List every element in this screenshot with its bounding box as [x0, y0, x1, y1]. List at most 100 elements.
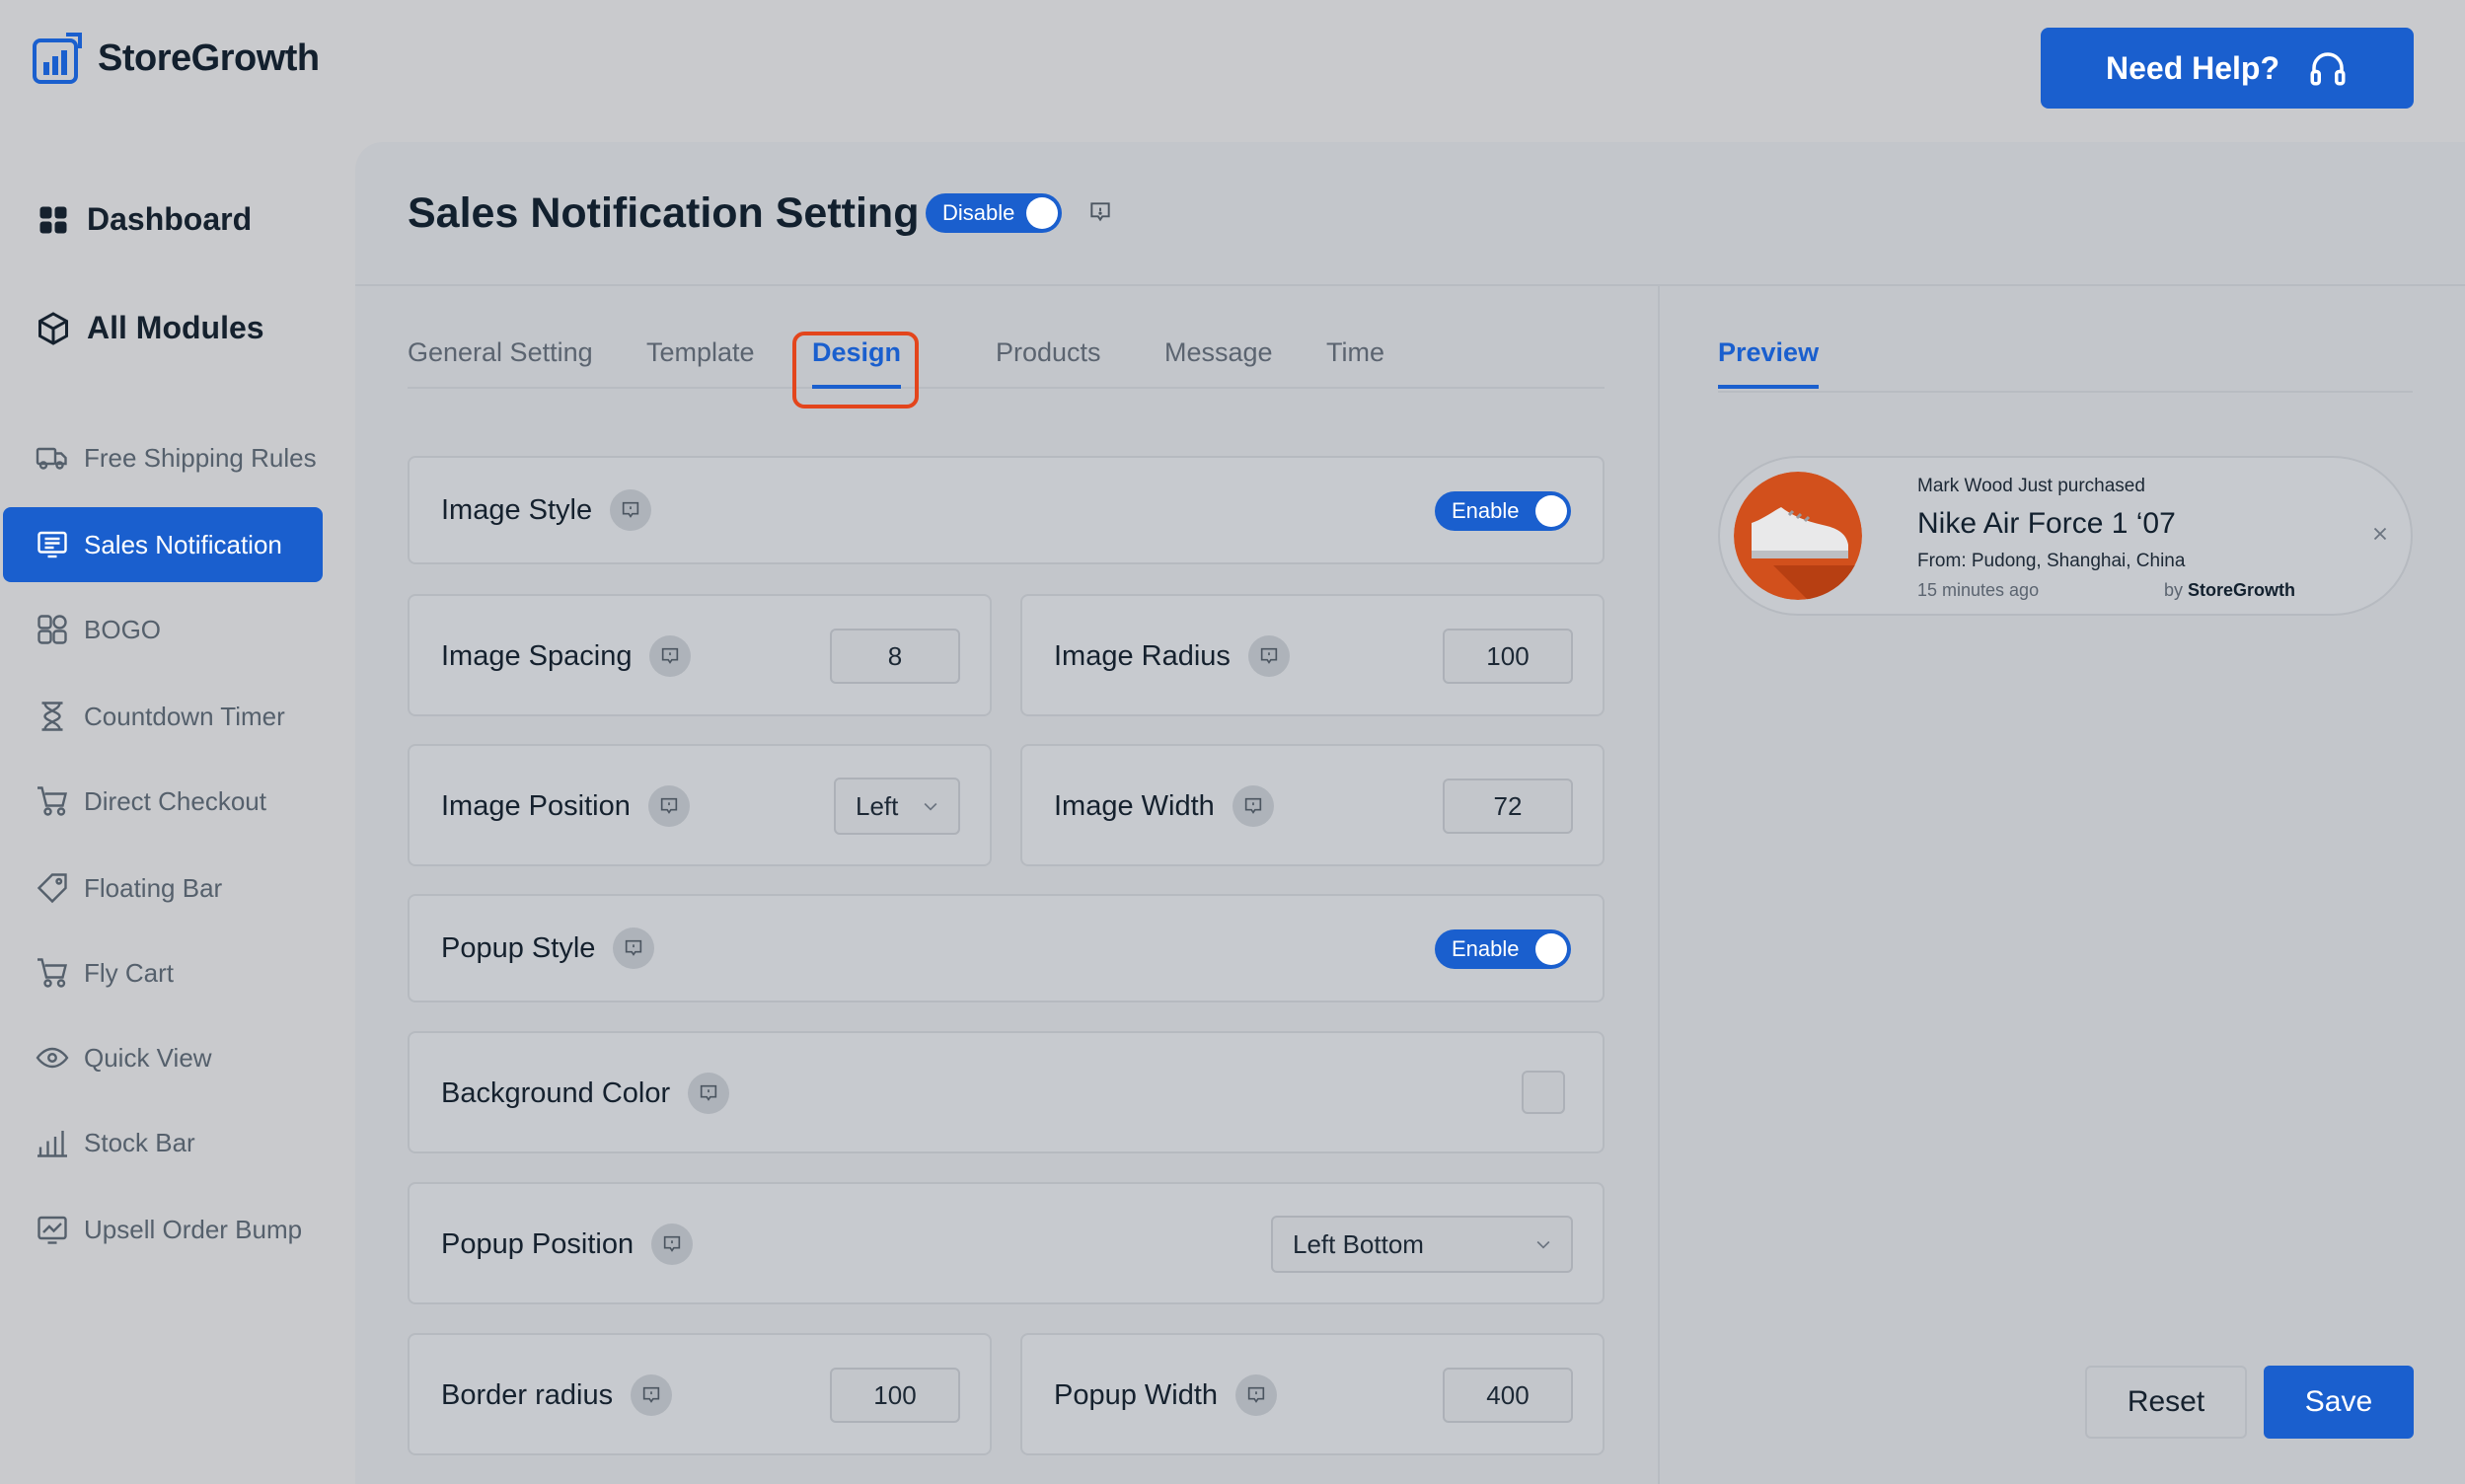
cart-icon — [37, 786, 68, 816]
image-position-label-group: Image Position — [441, 785, 690, 827]
help-tooltip-icon[interactable] — [1087, 199, 1113, 225]
bar-chart-icon — [37, 1131, 67, 1157]
image-style-toggle[interactable]: Enable — [1435, 491, 1571, 531]
popup-position-card: Popup Position Left Bottom — [408, 1182, 1605, 1304]
image-style-card: Image Style Enable — [408, 456, 1605, 564]
sidebar-all-modules[interactable]: All Modules — [36, 310, 264, 346]
popup-style-toggle[interactable]: Enable — [1435, 929, 1571, 969]
sidebar-item-sales-notification[interactable]: Sales Notification — [3, 507, 323, 582]
chart-icon — [37, 1216, 67, 1244]
image-width-card: Image Width 72 — [1020, 744, 1605, 866]
help-tooltip-icon[interactable] — [688, 1073, 730, 1114]
help-tooltip-icon[interactable] — [1232, 785, 1274, 827]
setting-label: Border radius — [441, 1378, 614, 1411]
popup-position-label-group: Popup Position — [441, 1224, 694, 1265]
tag-icon — [37, 873, 67, 904]
sidebar-item-label: Fly Cart — [84, 957, 174, 988]
sidebar-item-label: Quick View — [84, 1042, 212, 1073]
help-tooltip-icon[interactable] — [647, 785, 690, 827]
help-tooltip-icon[interactable] — [649, 635, 692, 677]
setting-label: Image Style — [441, 493, 593, 526]
setting-label: Background Color — [441, 1076, 671, 1109]
hourglass-icon — [41, 702, 63, 731]
popup-position-select[interactable]: Left Bottom — [1271, 1216, 1573, 1273]
sidebar-item-stock-bar[interactable]: Stock Bar — [3, 1105, 323, 1180]
popup-style-label-group: Popup Style — [441, 928, 655, 969]
page-title: Sales Notification Setting — [408, 189, 920, 237]
purchase-time: 15 minutes ago — [1917, 580, 2040, 600]
help-tooltip-icon[interactable] — [1247, 635, 1290, 677]
sidebar-dashboard[interactable]: Dashboard — [36, 201, 252, 238]
sidebar-item-upsell-order-bump[interactable]: Upsell Order Bump — [3, 1192, 323, 1267]
background-color-card: Background Color — [408, 1031, 1605, 1153]
border-radius-label-group: Border radius — [441, 1374, 673, 1416]
chevron-down-icon — [924, 802, 937, 811]
toggle-label: Enable — [1452, 936, 1520, 961]
sidebar-dashboard-label: Dashboard — [87, 201, 253, 237]
tab-products[interactable]: Products — [996, 337, 1101, 368]
toggle-knob — [1535, 495, 1567, 527]
module-toggle[interactable]: Disable — [926, 193, 1062, 233]
sidebar-item-label: Floating Bar — [84, 872, 223, 903]
tab-general-setting[interactable]: General Setting — [408, 337, 593, 368]
sidebar-item-label: Stock Bar — [84, 1127, 195, 1157]
settings-tabs: General Setting Template Design Products… — [408, 326, 1605, 389]
popup-width-input[interactable]: 400 — [1443, 1368, 1573, 1423]
save-button[interactable]: Save — [2264, 1366, 2414, 1439]
logo-icon — [33, 33, 82, 84]
help-tooltip-icon[interactable] — [613, 928, 655, 969]
tab-preview[interactable]: Preview — [1718, 337, 1820, 389]
product-image — [1734, 472, 1862, 600]
need-help-label: Need Help? — [2105, 49, 2280, 86]
preview-divider — [1718, 391, 2413, 393]
sidebar-item-label: Countdown Timer — [84, 701, 285, 731]
image-position-select[interactable]: Left — [834, 778, 960, 835]
help-tooltip-icon[interactable] — [610, 489, 652, 531]
need-help-button[interactable]: Need Help? — [2041, 28, 2414, 109]
help-tooltip-icon[interactable] — [631, 1374, 673, 1416]
eye-icon — [36, 1047, 69, 1069]
help-tooltip-icon[interactable] — [651, 1224, 694, 1265]
background-color-picker[interactable] — [1522, 1071, 1565, 1114]
setting-label: Image Width — [1054, 789, 1215, 822]
powered-by-brand: StoreGrowth — [2188, 580, 2296, 600]
purchase-location: From: Pudong, Shanghai, China — [1917, 551, 2186, 571]
tab-time[interactable]: Time — [1326, 337, 1384, 368]
image-style-label-group: Image Style — [441, 489, 652, 531]
active-tab-highlight — [792, 332, 919, 408]
help-tooltip-icon[interactable] — [1235, 1374, 1278, 1416]
border-radius-card: Border radius 100 — [408, 1333, 992, 1455]
setting-label: Popup Width — [1054, 1378, 1219, 1411]
sidebar-item-quick-view[interactable]: Quick View — [3, 1020, 323, 1095]
sidebar-item-free-shipping-rules[interactable]: Free Shipping Rules — [3, 420, 323, 495]
sidebar-item-direct-checkout[interactable]: Direct Checkout — [3, 764, 323, 839]
tab-template[interactable]: Template — [646, 337, 755, 368]
notification-icon — [37, 531, 67, 558]
brand-logo[interactable]: StoreGrowth — [33, 33, 320, 84]
popup-style-card: Popup Style Enable — [408, 894, 1605, 1002]
sidebar-all-modules-label: All Modules — [87, 310, 264, 345]
bogo-icon — [37, 615, 67, 644]
toggle-knob — [1535, 933, 1567, 965]
powered-by-prefix: by — [2164, 580, 2184, 600]
sneaker-icon — [1734, 472, 1862, 600]
close-icon[interactable] — [2369, 523, 2391, 545]
image-spacing-input[interactable]: 8 — [830, 629, 960, 684]
sidebar-item-floating-bar[interactable]: Floating Bar — [3, 851, 323, 926]
main-panel: Sales Notification Setting Disable Gener… — [355, 142, 2465, 1484]
sidebar-item-countdown-timer[interactable]: Countdown Timer — [3, 679, 323, 754]
setting-label: Popup Position — [441, 1227, 635, 1260]
image-radius-card: Image Radius 100 — [1020, 594, 1605, 716]
tab-message[interactable]: Message — [1164, 337, 1273, 368]
reset-button[interactable]: Reset — [2085, 1366, 2247, 1439]
border-radius-input[interactable]: 100 — [830, 1368, 960, 1423]
image-radius-input[interactable]: 100 — [1443, 629, 1573, 684]
background-color-label-group: Background Color — [441, 1073, 730, 1114]
sidebar-item-fly-cart[interactable]: Fly Cart — [3, 935, 323, 1010]
powered-by: by StoreGrowth — [2164, 580, 2295, 601]
sidebar-item-label: Free Shipping Rules — [84, 442, 317, 473]
sidebar-item-bogo[interactable]: BOGO — [3, 592, 323, 667]
image-width-input[interactable]: 72 — [1443, 779, 1573, 834]
cart-icon — [37, 958, 68, 988]
product-name: Nike Air Force 1 ‘07 — [1917, 507, 2176, 540]
